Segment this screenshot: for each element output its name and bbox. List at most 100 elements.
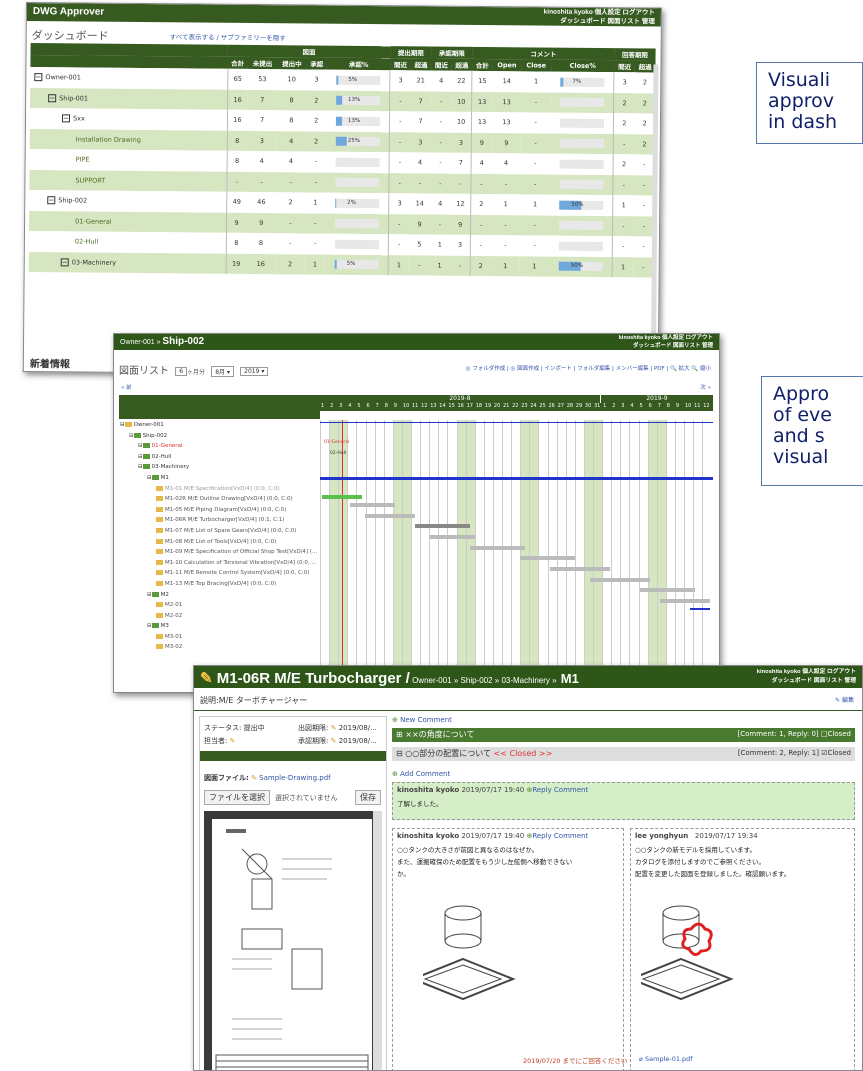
row-name[interactable]: Installation Drawing	[76, 135, 141, 144]
task-bar[interactable]	[550, 567, 610, 571]
row-name[interactable]: Sxx	[73, 115, 85, 123]
nav-links[interactable]: ダッシュボード 図面リスト 管理	[619, 342, 713, 350]
tree-label[interactable]: M1-10 Calculation of Torsional Vibration…	[165, 560, 317, 566]
months-count-select[interactable]: 6	[175, 366, 188, 376]
tree-item[interactable]: ⊟ 02-Hull	[120, 452, 320, 463]
tree-item[interactable]: ⊟ Owner-001	[120, 420, 320, 431]
tree-label[interactable]: M1-09 M/E Specification of Official Shop…	[165, 549, 317, 555]
tree-item[interactable]: M1-02R M/E Outline Drawing[VxD/4] (0:0, …	[120, 494, 320, 505]
collapse-icon[interactable]: ⊟	[396, 749, 403, 758]
tree-item[interactable]: M3-01	[120, 632, 320, 643]
prev-link[interactable]: « 前	[121, 383, 132, 391]
row-name[interactable]: Ship-002	[58, 197, 87, 205]
tree-item[interactable]: M2-02	[120, 611, 320, 622]
task-bar[interactable]	[470, 546, 525, 550]
row-name[interactable]: 03-Machinery	[72, 258, 116, 266]
task-bar[interactable]	[322, 495, 362, 499]
add-comment-link[interactable]: ⊕ Add Comment	[392, 770, 450, 778]
tree-label[interactable]: M1-01 M/E Specification[VxD/4] (0:0, C:0…	[165, 486, 280, 492]
tree-label[interactable]: M2-01	[165, 602, 182, 608]
reply-link[interactable]: ⊕Reply Comment	[526, 786, 588, 794]
tree-item[interactable]: M1-13 M/E Top Bracing[VxD/4] (0:0, C:0)	[120, 579, 320, 590]
tree-label[interactable]: M3-02	[165, 644, 182, 650]
table-row[interactable]: −03-Machinery 19 16 2 1 5% 1-1-2 1 1 50% 1-	[28, 251, 654, 278]
owner-bar[interactable]	[320, 422, 713, 423]
task-bar[interactable]	[520, 556, 575, 560]
task-bar[interactable]	[660, 599, 710, 603]
tree-item[interactable]: M1-06R M/E Turbocharger[VxD/4] (0:1, C:1…	[120, 515, 320, 526]
tree-item[interactable]: M1-11 M/E Remote Control System[VxD/4] (…	[120, 568, 320, 579]
tree-label[interactable]: M1-06R M/E Turbocharger[VxD/4] (0:1, C:1…	[165, 517, 284, 523]
task-bar[interactable]	[430, 535, 475, 539]
tree-item[interactable]: M1-07 M/E List of Spare Gears[VxD/4] (0:…	[120, 526, 320, 537]
edit-icon[interactable]: ✎	[331, 724, 337, 732]
drawing-thumbnail[interactable]	[641, 899, 751, 1009]
pdf-scrollbar[interactable]	[373, 811, 382, 1070]
machinery-bar[interactable]	[320, 477, 713, 480]
next-link[interactable]: 次 »	[700, 383, 711, 391]
attachment-link[interactable]: ⌀ Sample-01.pdf	[639, 1055, 693, 1063]
tree-label[interactable]: M1-02R M/E Outline Drawing[VxD/4] (0:0, …	[165, 496, 293, 502]
row-name[interactable]: PIPE	[76, 156, 90, 164]
collapse-icon[interactable]: −	[47, 196, 56, 205]
task-bar[interactable]	[415, 524, 470, 528]
toggle-link[interactable]: すべて表示する / サブファミリーを隠す	[170, 31, 286, 42]
tree-label[interactable]: M1-11 M/E Remote Control System[VxD/4] (…	[165, 570, 309, 576]
nav-links[interactable]: ダッシュボード 図面リスト 管理	[544, 17, 655, 27]
nav-links[interactable]: ダッシュボード 図面リスト 管理	[757, 677, 856, 686]
collapse-icon[interactable]: −	[48, 93, 57, 103]
tree-item[interactable]: ⊟ M2	[120, 590, 320, 601]
tree-item[interactable]: M1-09 M/E Specification of Official Shop…	[120, 547, 320, 558]
drawing-thumbnail[interactable]	[423, 899, 533, 1009]
tree-label[interactable]: M1-07 M/E List of Spare Gears[VxD/4] (0:…	[165, 528, 296, 534]
comment-thread-1[interactable]: ⊞ ××の角度について [Comment: 1, Reply: 0] □Clos…	[392, 728, 855, 742]
save-button[interactable]: 保存	[355, 790, 381, 805]
edit-icon[interactable]: ✎	[251, 774, 257, 782]
tree-label[interactable]: M3-01	[165, 634, 182, 640]
edit-icon[interactable]: ✎	[331, 737, 337, 745]
new-comment-link[interactable]: ⊕ New Comment	[392, 716, 452, 724]
collapse-icon[interactable]: −	[34, 73, 43, 82]
tree-item[interactable]: M2-01	[120, 600, 320, 611]
task-bar[interactable]	[690, 608, 710, 610]
tree-item[interactable]: M1-08 M/E List of Tools[VxD/4] (0:0, C:0…	[120, 537, 320, 548]
breadcrumb[interactable]: Owner-001 »	[120, 339, 162, 346]
row-name[interactable]: Owner-001	[45, 73, 81, 81]
tree-label[interactable]: 03-Machinery	[152, 464, 190, 470]
tree-label[interactable]: M1-05 M/E Piping Diagram[VxD/4] (0:0, C:…	[165, 507, 286, 513]
tree-label[interactable]: M3	[161, 623, 169, 629]
task-bar[interactable]	[365, 514, 415, 518]
tree-item[interactable]: ⊟ Ship-002	[120, 431, 320, 442]
user-menu[interactable]: kinoshita kyoko 個人設定 ログアウト ダッシュボード 図面リスト…	[757, 668, 856, 686]
thread-meta[interactable]: [Comment: 2, Reply: 1] ☑Closed	[738, 747, 851, 760]
reply-link[interactable]: ⊕Reply Comment	[526, 832, 588, 840]
tree-label[interactable]: 01-General	[152, 443, 183, 449]
row-name[interactable]: SUPPORT	[75, 176, 105, 184]
tree-label[interactable]: 02-Hull	[152, 454, 172, 460]
tree-item[interactable]: ⊟ 01-General	[120, 441, 320, 452]
tree-item[interactable]: ⊟ M3	[120, 621, 320, 632]
pdf-viewer[interactable]	[204, 811, 382, 1070]
tree-item[interactable]: ⊟ M1	[120, 473, 320, 484]
tree-label[interactable]: Ship-002	[143, 433, 167, 439]
task-bar[interactable]	[350, 503, 395, 507]
user-links[interactable]: kinoshita kyoko 個人設定 ログアウト	[619, 334, 713, 342]
thread-meta[interactable]: [Comment: 1, Reply: 0] □Closed	[737, 728, 851, 741]
user-menu[interactable]: kinoshita kyoko 個人設定 ログアウト ダッシュボード 図面リスト…	[619, 334, 713, 350]
tree-item[interactable]: M1-01 M/E Specification[VxD/4] (0:0, C:0…	[120, 484, 320, 495]
collapse-icon[interactable]: −	[61, 114, 71, 123]
tree-item[interactable]: M1-10 Calculation of Torsional Vibration…	[120, 558, 320, 569]
collapse-icon[interactable]: −	[60, 258, 69, 267]
choose-file-button[interactable]: ファイルを選択	[204, 790, 270, 805]
tree-label[interactable]: M1-08 M/E List of Tools[VxD/4] (0:0, C:0…	[165, 539, 276, 545]
task-bar[interactable]	[590, 578, 650, 582]
tree-label[interactable]: M2	[161, 592, 169, 598]
year-select[interactable]: 2019 ▾	[240, 366, 269, 376]
task-bar[interactable]	[640, 588, 695, 592]
tree-label[interactable]: M2-02	[165, 613, 182, 619]
tree-item[interactable]: M1-05 M/E Piping Diagram[VxD/4] (0:0, C:…	[120, 505, 320, 516]
comment-thread-2[interactable]: ⊟ ○○部分の配置について << Closed >> [Comment: 2, …	[392, 747, 855, 761]
edit-link[interactable]: ✎ 編集	[835, 695, 854, 704]
tree-item[interactable]: ⊟ 03-Machinery	[120, 462, 320, 473]
expand-icon[interactable]: ⊞	[396, 730, 403, 739]
